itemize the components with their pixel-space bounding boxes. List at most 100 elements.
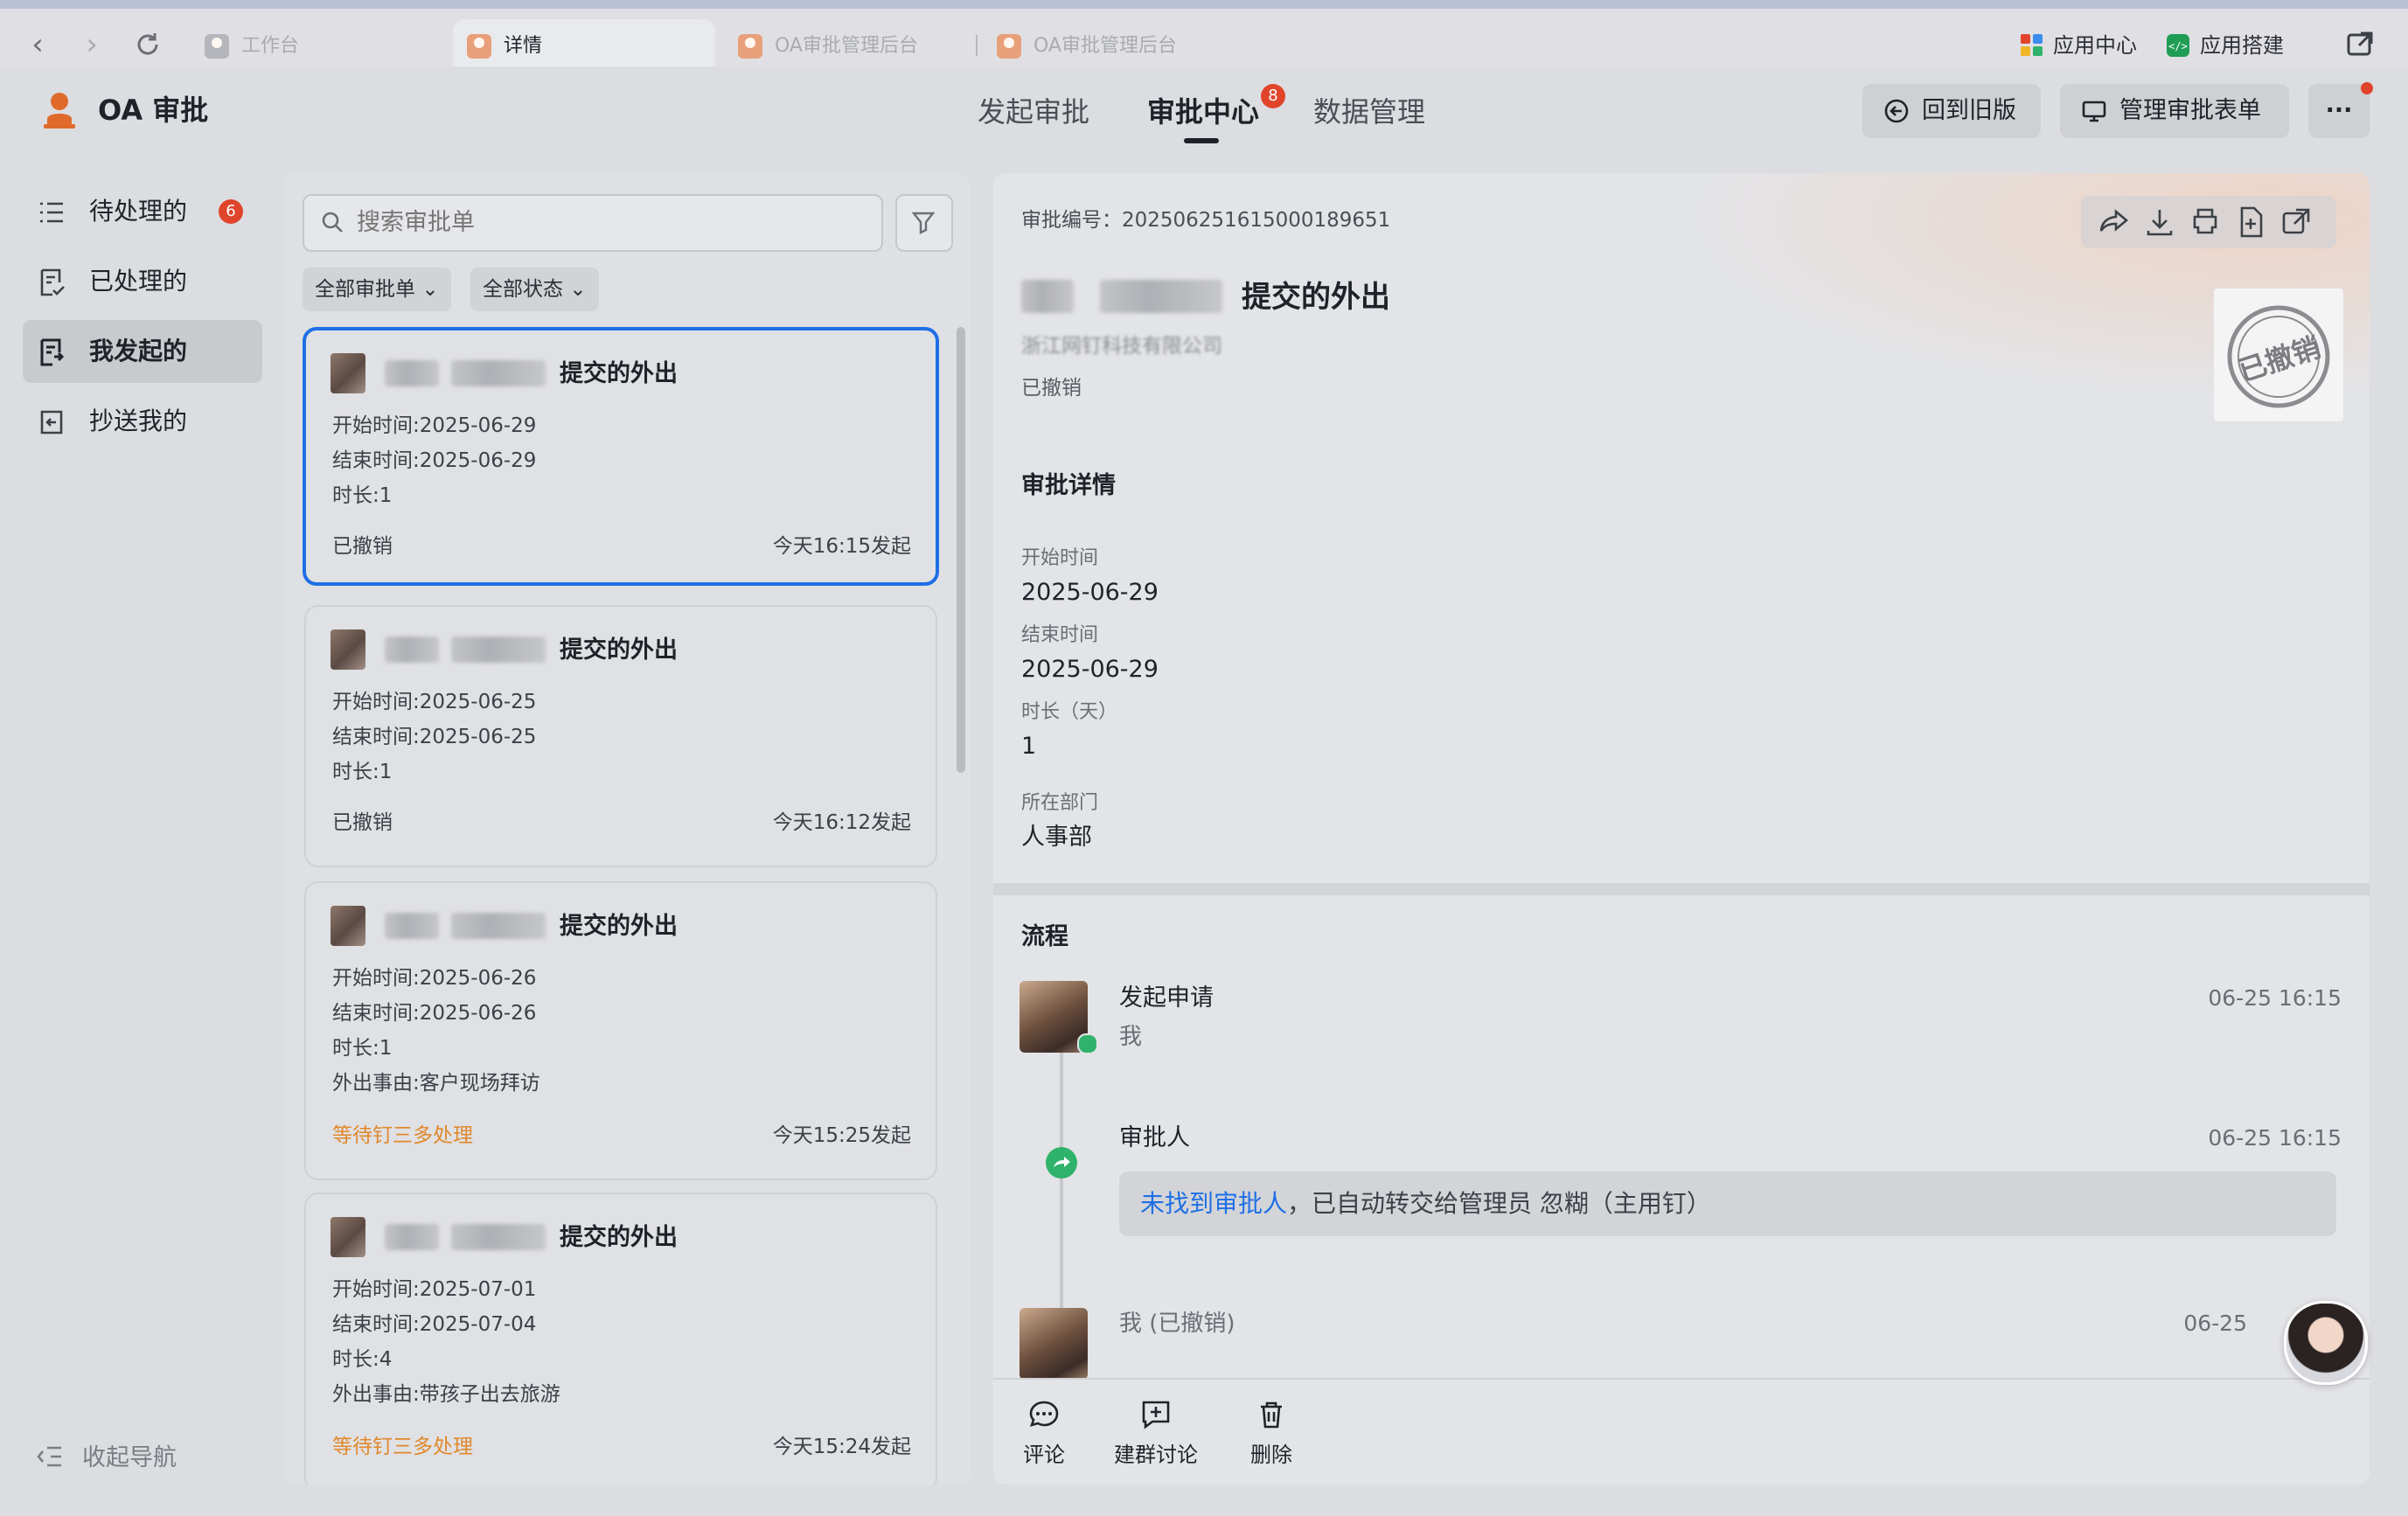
delete-label: 删除	[1250, 1443, 1292, 1467]
sidebar-item-cc[interactable]: 抄送我的	[23, 390, 262, 453]
tab-label: 工作台	[241, 35, 300, 57]
blurred-name	[385, 913, 439, 939]
card-start-time: 开始时间:2025-06-26	[332, 967, 537, 990]
app-center-icon	[2021, 34, 2043, 56]
sidebar-item-pending[interactable]: 待处理的 6	[23, 180, 262, 243]
open-external-icon[interactable]	[2343, 26, 2378, 61]
nav-data-management[interactable]: 数据管理	[1313, 91, 1425, 133]
card-title: 提交的外出	[560, 913, 678, 940]
field-label: 开始时间	[1021, 547, 1099, 569]
download-icon[interactable]	[2140, 203, 2179, 241]
collapse-nav-button[interactable]: 收起导航	[35, 1439, 177, 1478]
open-new-window-icon[interactable]	[2277, 203, 2315, 241]
back-circle-icon	[1884, 99, 1909, 123]
app-header: OA 审批 发起审批 审批中心 8 数据管理 回到旧版 管理审批表单 ···	[0, 66, 2408, 154]
flow-step-title: 审批人	[1119, 1124, 1190, 1151]
back-arrow-icon[interactable]: ‹	[17, 24, 58, 65]
manage-forms-button[interactable]: 管理审批表单	[2060, 84, 2289, 138]
delete-button[interactable]: 删除	[1228, 1392, 1315, 1479]
detail-toolbar	[2081, 196, 2336, 248]
applicant-avatar	[331, 629, 365, 670]
approver-not-found-link[interactable]: 未找到审批人	[1140, 1189, 1287, 1218]
blurred-applicant-name	[1021, 280, 1074, 313]
flow-step-time: 06-25	[2183, 1311, 2247, 1336]
active-nav-underline	[1184, 138, 1219, 143]
nav-start-approval[interactable]: 发起审批	[978, 91, 1089, 133]
card-submit-time: 今天15:24发起	[772, 1436, 911, 1458]
search-input[interactable]	[355, 203, 866, 241]
comment-button[interactable]: 评论	[1000, 1392, 1088, 1479]
oa-approval-icon	[997, 34, 1021, 59]
sidebar-item-processed[interactable]: 已处理的	[23, 250, 262, 313]
tab-oa-admin-2[interactable]: OA审批管理后台	[983, 19, 1236, 73]
card-duration: 时长:1	[332, 484, 393, 507]
comment-icon	[1029, 1401, 1059, 1427]
bottom-action-bar: 评论 建群讨论 删除	[993, 1378, 2370, 1485]
approval-card[interactable]: 提交的外出 开始时间:2025-06-25 结束时间:2025-06-25 时长…	[304, 605, 937, 867]
applicant-avatar	[331, 353, 365, 393]
list-scrollbar[interactable]	[957, 327, 965, 773]
all-forms-dropdown[interactable]: 全部审批单 ⌄	[303, 268, 451, 311]
blurred-name	[451, 1224, 546, 1250]
card-start-time: 开始时间:2025-06-25	[332, 691, 537, 713]
assistant-avatar[interactable]	[2284, 1301, 2368, 1385]
card-duration: 时长:1	[332, 1037, 393, 1060]
filter-button[interactable]	[895, 194, 953, 252]
card-title: 提交的外出	[560, 1224, 678, 1251]
print-icon[interactable]	[2186, 203, 2224, 241]
approval-card[interactable]: 提交的外出 开始时间:2025-06-29 结束时间:2025-06-29 时长…	[303, 327, 939, 586]
share-icon[interactable]	[2095, 203, 2133, 241]
card-title: 提交的外出	[560, 636, 678, 664]
card-title: 提交的外出	[560, 360, 678, 387]
search-box[interactable]	[303, 194, 883, 252]
blurred-name	[385, 1224, 439, 1250]
more-menu-button[interactable]: ···	[2308, 84, 2370, 138]
card-start-time: 开始时间:2025-07-01	[332, 1278, 537, 1301]
card-reason: 外出事由:客户现场拜访	[332, 1072, 540, 1095]
sidebar-item-label: 抄送我的	[89, 407, 188, 435]
approval-detail-panel: 审批编号：202506251615000189651 提交的外出 浙江网钉科技有…	[993, 173, 2370, 1485]
app-center-link[interactable]: 应用中心	[2020, 30, 2137, 61]
flow-timeline-line	[1060, 1047, 1063, 1318]
tab-workbench[interactable]: 工作台	[191, 19, 444, 73]
tab-label: OA审批管理后台	[1033, 35, 1177, 57]
approval-list-panel: 全部审批单 ⌄ 全部状态 ⌄ 提交的外出 开始时间:2025-06-29 结束时…	[283, 173, 971, 1485]
approval-card[interactable]: 提交的外出 开始时间:2025-07-01 结束时间:2025-07-04 时长…	[304, 1193, 937, 1485]
sidebar-item-initiated[interactable]: 我发起的	[23, 320, 262, 383]
blurred-name	[385, 360, 439, 386]
export-doc-icon[interactable]	[2231, 203, 2270, 241]
create-group-icon	[1142, 1401, 1170, 1429]
window-accent-bar	[0, 0, 2408, 9]
blurred-name	[451, 913, 546, 939]
forward-arrow-icon[interactable]: ›	[72, 24, 112, 65]
flow-step-title: 发起申请	[1119, 984, 1214, 1012]
search-icon	[322, 212, 343, 233]
oa-logo-icon	[44, 93, 75, 129]
approval-card[interactable]: 提交的外出 开始时间:2025-06-26 结束时间:2025-06-26 时长…	[304, 881, 937, 1180]
create-group-label: 建群讨论	[1114, 1443, 1198, 1467]
back-to-old-label: 回到旧版	[1922, 97, 2016, 124]
tab-oa-admin-1[interactable]: OA审批管理后台	[724, 19, 978, 73]
revoker-avatar	[1020, 1308, 1088, 1380]
svg-text:</>: </>	[2168, 40, 2188, 52]
app-builder-link[interactable]: </> 应用搭建	[2165, 30, 2284, 61]
field-value: 2025-06-29	[1021, 579, 1159, 606]
comment-label: 评论	[1023, 1443, 1065, 1467]
section-divider	[993, 883, 2370, 895]
create-group-button[interactable]: 建群讨论	[1100, 1392, 1212, 1479]
more-icon: ···	[2325, 97, 2353, 124]
section-flow: 流程	[1021, 923, 1068, 950]
tab-detail[interactable]: 详情	[453, 19, 715, 73]
flow-note-box: 未找到审批人，已自动转交给管理员 忽糊（主用钉）	[1119, 1172, 2336, 1236]
monitor-icon	[2082, 101, 2106, 122]
flow-step-time: 06-25 16:15	[2208, 1125, 2342, 1151]
card-reason: 外出事由:带孩子出去旅游	[332, 1383, 560, 1406]
card-status: 已撤销	[332, 811, 393, 834]
card-submit-time: 今天16:12发起	[772, 811, 911, 834]
all-status-dropdown[interactable]: 全部状态 ⌄	[470, 268, 599, 311]
field-value: 1	[1021, 733, 1037, 760]
back-to-old-version-button[interactable]: 回到旧版	[1862, 84, 2041, 138]
field-value: 人事部	[1021, 824, 1092, 851]
refresh-icon[interactable]	[128, 24, 168, 65]
nav-approval-center[interactable]: 审批中心	[1147, 91, 1259, 133]
